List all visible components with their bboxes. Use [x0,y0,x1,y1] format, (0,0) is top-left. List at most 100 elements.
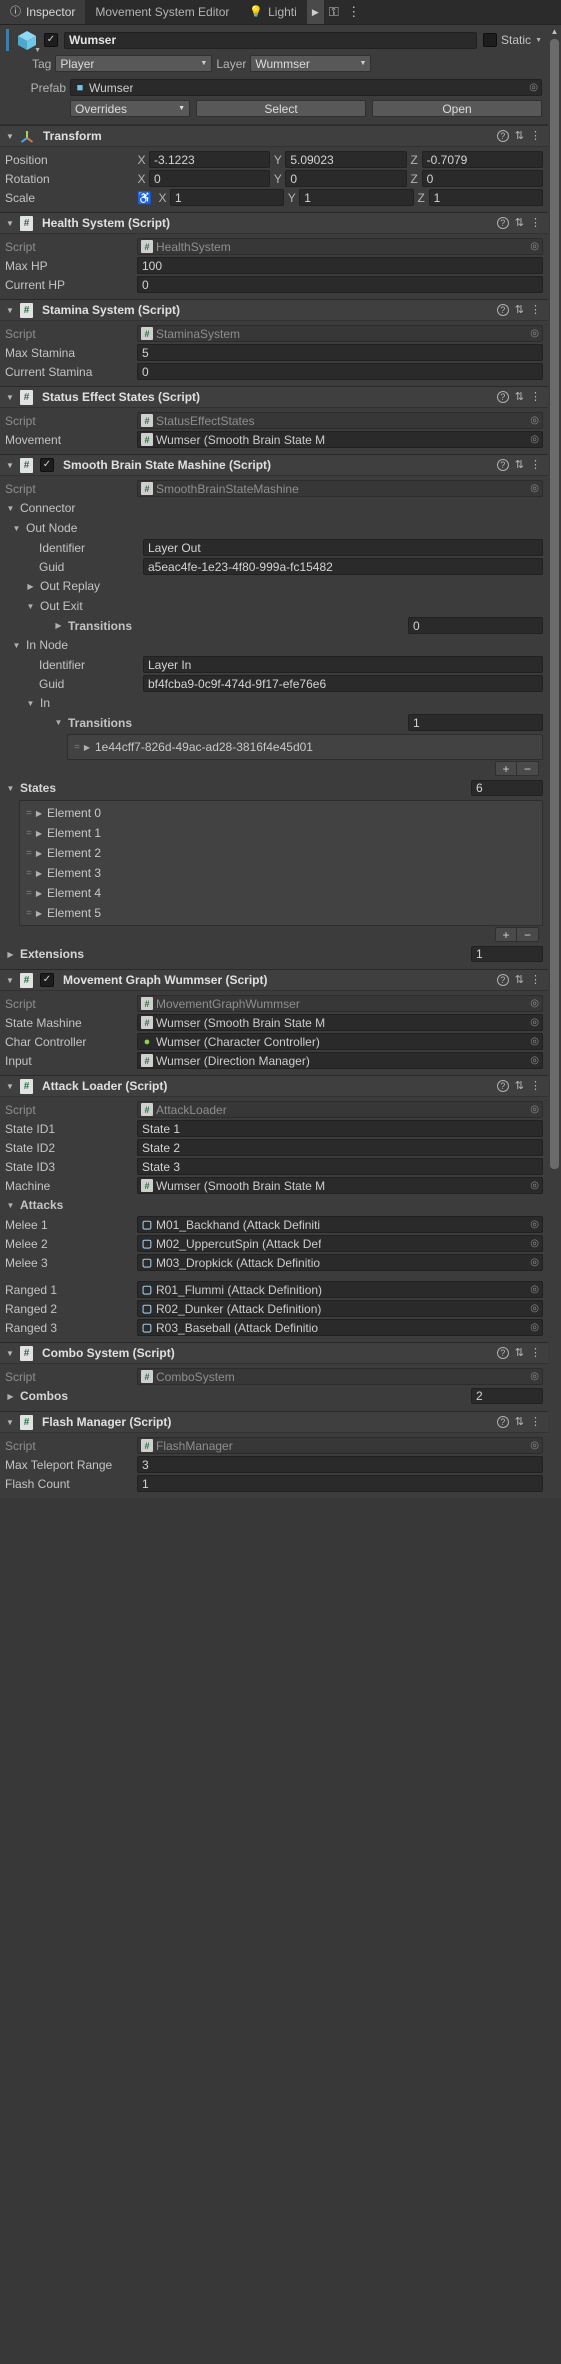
object-picker-icon[interactable]: ◎ [530,1238,539,1249]
melee-1-object-field[interactable]: ▢ M01_Backhand (Attack Definiti ◎ [137,1216,543,1233]
flash-script-field[interactable]: # FlashManager ◎ [137,1437,543,1454]
transform-header[interactable]: ▼ Transform ? ⇅ ⋮ [0,126,548,147]
position-x-input[interactable]: -3.1223 [149,151,271,168]
max-hp-input[interactable]: 100 [137,257,543,274]
object-picker-icon[interactable]: ◎ [530,1371,539,1382]
in-guid-input[interactable]: bf4fcba9-0c9f-474d-9f17-efe76e6 [143,675,543,692]
foldout-icon[interactable]: ▼ [5,1349,15,1358]
object-picker-icon[interactable]: ◎ [530,1055,539,1066]
combos-count-input[interactable]: 2 [471,1388,543,1404]
preset-icon[interactable]: ⇅ [515,1347,524,1359]
tab-movement-system-editor[interactable]: Movement System Editor [85,0,239,24]
tab-lighting[interactable]: 💡 Lighti [239,0,306,24]
foldout-icon[interactable]: ▼ [5,393,15,402]
chevron-right-icon[interactable]: ▶ [53,621,64,630]
smooth-brain-header[interactable]: ▼ # ✓ Smooth Brain State Mashine (Script… [0,455,548,476]
in-identifier-input[interactable]: Layer In [143,656,543,673]
object-picker-icon[interactable]: ◎ [530,1036,539,1047]
scale-z-input[interactable]: 1 [428,189,543,206]
help-icon[interactable]: ? [496,974,509,986]
scale-y-input[interactable]: 1 [299,189,414,206]
drag-handle-icon[interactable]: = [74,742,80,753]
status-script-field[interactable]: # StatusEffectStates ◎ [137,412,543,429]
list-item[interactable]: = ▶ 1e44cff7-826d-49ac-ad28-3816f4e45d01 [68,737,542,757]
list-item[interactable]: = ▶ Element 5 [20,903,542,923]
foldout-icon[interactable]: ▼ [5,461,15,470]
object-picker-icon[interactable]: ◎ [530,1257,539,1268]
health-script-field[interactable]: # HealthSystem ◎ [137,238,543,255]
help-icon[interactable]: ? [496,391,509,403]
kebab-menu-icon[interactable]: ⋮ [530,974,541,986]
preset-icon[interactable]: ⇅ [515,974,524,986]
attacks-foldout[interactable]: ▼ Attacks [5,1195,543,1215]
help-icon[interactable]: ? [496,1347,509,1359]
machine-object-field[interactable]: # Wumser (Smooth Brain State M ◎ [137,1177,543,1194]
melee-3-object-field[interactable]: ▢ M03_Dropkick (Attack Definitio ◎ [137,1254,543,1271]
object-picker-icon[interactable]: ◎ [530,1322,539,1333]
state-id3-input[interactable]: State 3 [137,1158,543,1175]
ranged-3-object-field[interactable]: ▢ R03_Baseball (Attack Definitio ◎ [137,1319,543,1336]
foldout-icon[interactable]: ▼ [5,1418,15,1427]
extensions-count-input[interactable]: 1 [471,946,543,962]
add-state-button[interactable]: + [495,927,517,942]
movement-graph-script-field[interactable]: # MovementGraphWummser ◎ [137,995,543,1012]
states-count-input[interactable]: 6 [471,780,543,796]
rotation-x-input[interactable]: 0 [149,170,271,187]
attack-loader-header[interactable]: ▼ # Attack Loader (Script) ? ⇅ ⋮ [0,1076,548,1097]
object-picker-icon[interactable]: ◎ [530,1440,539,1451]
prefab-open-button[interactable]: Open [372,100,542,117]
object-picker-icon[interactable]: ◎ [530,483,539,494]
tag-dropdown[interactable]: Player ▼ [55,55,213,72]
constrain-proportions-icon[interactable]: ♿ [137,191,152,205]
movement-graph-header[interactable]: ▼ # ✓ Movement Graph Wummser (Script) ? … [0,970,548,991]
object-picker-icon[interactable]: ◎ [530,434,539,445]
attack-loader-script-field[interactable]: # AttackLoader ◎ [137,1101,543,1118]
scrollbar-thumb[interactable] [550,39,559,1169]
stamina-script-field[interactable]: # StaminaSystem ◎ [137,325,543,342]
in-foldout[interactable]: ▼ In [5,693,543,713]
melee-2-object-field[interactable]: ▢ M02_UppercutSpin (Attack Def ◎ [137,1235,543,1252]
foldout-icon[interactable]: ▼ [53,718,64,727]
kebab-menu-icon[interactable]: ⋮ [530,391,541,403]
kebab-menu-icon[interactable]: ⋮ [530,1347,541,1359]
rotation-y-input[interactable]: 0 [285,170,407,187]
object-picker-icon[interactable]: ◎ [530,241,539,252]
object-picker-icon[interactable]: ◎ [530,1219,539,1230]
states-foldout[interactable]: ▼ States 6 [5,778,543,798]
flash-manager-header[interactable]: ▼ # Flash Manager (Script) ? ⇅ ⋮ [0,1412,548,1433]
prefab-object-field[interactable]: ■ Wumser ◎ [70,79,542,96]
input-object-field[interactable]: # Wumser (Direction Manager) ◎ [137,1052,543,1069]
movement-object-field[interactable]: # Wumser (Smooth Brain State M ◎ [137,431,543,448]
kebab-menu-icon[interactable]: ⋮ [530,1416,541,1428]
out-guid-input[interactable]: a5eac4fe-1e23-4f80-999a-fc15482 [143,558,543,575]
gameobject-name-input[interactable]: Wumser [64,31,478,49]
vertical-scrollbar[interactable]: ▲ [548,25,561,1498]
foldout-icon[interactable]: ▼ [5,306,15,315]
char-controller-object-field[interactable]: ● Wumser (Character Controller) ◎ [137,1033,543,1050]
list-item[interactable]: = ▶ Element 0 [20,803,542,823]
drag-handle-icon[interactable]: = [26,828,32,839]
preset-icon[interactable]: ⇅ [515,1080,524,1092]
movement-graph-enabled-checkbox[interactable]: ✓ [40,973,54,987]
ranged-2-object-field[interactable]: ▢ R02_Dunker (Attack Definition) ◎ [137,1300,543,1317]
remove-transition-button[interactable]: − [517,761,539,776]
foldout-icon[interactable]: ▼ [5,1082,15,1091]
prefab-select-button[interactable]: Select [196,100,366,117]
overrides-dropdown[interactable]: Overrides ▼ [70,100,190,117]
chevron-right-icon[interactable]: ▶ [84,743,90,752]
help-icon[interactable]: ? [496,1416,509,1428]
flash-count-input[interactable]: 1 [137,1475,543,1492]
tab-overflow-button[interactable]: ▶ [306,0,324,24]
object-picker-icon[interactable]: ◎ [530,998,539,1009]
preset-icon[interactable]: ⇅ [515,1416,524,1428]
smooth-brain-script-field[interactable]: # SmoothBrainStateMashine ◎ [137,480,543,497]
drag-handle-icon[interactable]: = [26,808,32,819]
rotation-z-input[interactable]: 0 [421,170,543,187]
tab-menu-button[interactable]: ⋮ [344,0,364,24]
preset-icon[interactable]: ⇅ [515,304,524,316]
state-id1-input[interactable]: State 1 [137,1120,543,1137]
preset-icon[interactable]: ⇅ [515,459,524,471]
add-transition-button[interactable]: + [495,761,517,776]
tab-inspector[interactable]: ⓘ Inspector [0,0,86,24]
static-dropdown-icon[interactable]: ▼ [535,37,542,44]
